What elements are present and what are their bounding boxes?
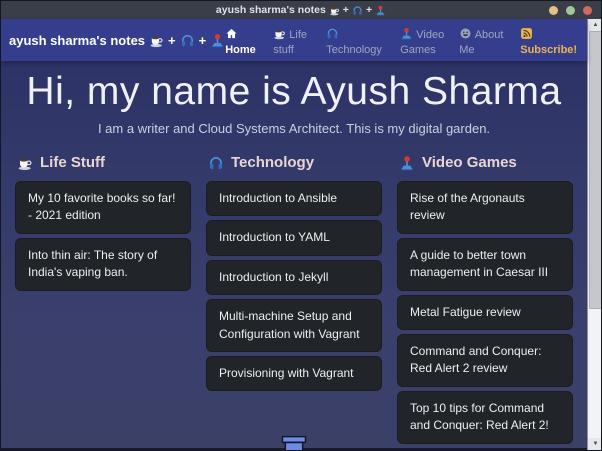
nav-label: Subscribe! xyxy=(520,44,578,56)
post-card[interactable]: Introduction to Jekyll xyxy=(206,259,382,296)
post-card[interactable]: A guide to better town management in Cae… xyxy=(397,237,573,291)
window-titlebar[interactable]: ayush sharma's notes + + xyxy=(1,1,601,19)
nav-menu: Home Life stuff Technology Video Games A… xyxy=(225,22,578,58)
site-footer xyxy=(1,448,587,450)
window-title-text: ayush sharma's notes xyxy=(215,4,326,16)
brand-text: ayush sharma's notes xyxy=(9,32,146,48)
section-title: Technology xyxy=(231,154,315,171)
coffee-icon xyxy=(273,27,286,40)
column-technology: Technology Introduction to Ansible Intro… xyxy=(206,148,382,395)
nav-label: Technology xyxy=(326,44,382,56)
post-card[interactable]: Into thin air: The story of India's vapi… xyxy=(15,237,191,291)
nav-item-about-me[interactable]: About Me xyxy=(459,27,509,58)
plus-separator: + xyxy=(342,4,349,16)
scroll-up-button[interactable]: ▲ xyxy=(588,19,601,31)
app-window: ayush sharma's notes + + ayush sharma's … xyxy=(0,0,602,451)
window-title: ayush sharma's notes + + xyxy=(1,4,601,16)
post-card[interactable]: Introduction to Ansible xyxy=(206,181,382,217)
arch-logo-icon[interactable] xyxy=(282,435,307,451)
nav-item-subscribe[interactable]: Subscribe! xyxy=(520,27,578,58)
scrollbar-thumb[interactable] xyxy=(589,31,601,309)
coffee-icon xyxy=(149,33,164,48)
scroll-down-button[interactable]: ▼ xyxy=(588,438,601,450)
site-brand[interactable]: ayush sharma's notes + + xyxy=(9,33,225,48)
nav-item-life-stuff[interactable]: Life stuff xyxy=(273,27,315,58)
post-card[interactable]: Top 10 tips for Command and Conquer: Red… xyxy=(397,390,573,444)
close-button[interactable] xyxy=(583,5,592,15)
post-card[interactable]: Multi-machine Setup and Configuration wi… xyxy=(206,299,382,352)
post-card[interactable]: Metal Fatigue review xyxy=(397,294,573,330)
post-card[interactable]: Introduction to YAML xyxy=(206,220,382,256)
headphones-icon xyxy=(180,33,195,48)
home-icon xyxy=(225,27,238,40)
window-controls xyxy=(549,5,601,15)
headphones-icon xyxy=(326,27,339,40)
column-life-stuff: Life Stuff My 10 favorite books so far! … xyxy=(15,148,191,295)
headphones-icon xyxy=(352,5,363,16)
site-navbar: ayush sharma's notes + + Home Life stuff xyxy=(1,19,587,61)
section-title: Video Games xyxy=(422,154,517,171)
page-content: ayush sharma's notes + + Home Life stuff xyxy=(1,19,587,450)
hero-section: Hi, my name is Ayush Sharma I am a write… xyxy=(1,61,587,142)
maximize-button[interactable] xyxy=(566,5,575,15)
plus-separator: + xyxy=(198,32,207,48)
joystick-icon xyxy=(375,5,386,16)
nav-item-video-games[interactable]: Video Games xyxy=(400,27,448,58)
section-header-life-stuff: Life Stuff xyxy=(17,154,191,171)
section-title: Life Stuff xyxy=(40,154,105,171)
nav-item-technology[interactable]: Technology xyxy=(326,27,389,58)
post-columns: Life Stuff My 10 favorite books so far! … xyxy=(1,142,587,448)
joystick-icon xyxy=(399,155,415,171)
section-header-video-games: Video Games xyxy=(399,154,573,171)
rss-icon xyxy=(520,27,533,40)
post-card[interactable]: My 10 favorite books so far! - 2021 edit… xyxy=(15,181,191,234)
vertical-scrollbar[interactable]: ▲ ▼ xyxy=(587,19,601,450)
post-card[interactable]: Rise of the Argonauts review xyxy=(397,181,573,234)
post-card[interactable]: Command and Conquer: Red Alert 2 review xyxy=(397,333,573,387)
minimize-button[interactable] xyxy=(549,5,558,15)
plus-separator: + xyxy=(168,32,176,48)
section-header-technology: Technology xyxy=(208,154,382,171)
joystick-icon xyxy=(400,27,413,40)
nav-label: Home xyxy=(225,44,256,56)
headphones-icon xyxy=(208,155,224,171)
joystick-icon xyxy=(210,33,225,48)
coffee-icon xyxy=(329,5,340,16)
column-video-games: Video Games Rise of the Argonauts review… xyxy=(397,148,573,448)
page-subtitle: I am a writer and Cloud Systems Architec… xyxy=(97,121,491,136)
smiley-icon xyxy=(459,27,472,40)
page-title: Hi, my name is Ayush Sharma xyxy=(26,70,562,113)
plus-separator: + xyxy=(365,4,373,16)
coffee-icon xyxy=(17,155,33,171)
nav-item-home[interactable]: Home xyxy=(225,27,262,58)
post-card[interactable]: Provisioning with Vagrant xyxy=(206,355,382,392)
